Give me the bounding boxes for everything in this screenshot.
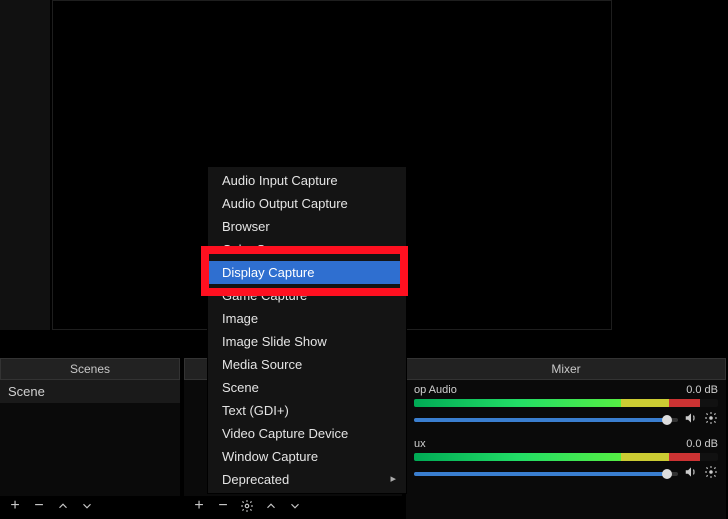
scenes-toolbar: + −: [0, 495, 180, 517]
speaker-icon[interactable]: [684, 465, 698, 482]
menu-item-text-gdi[interactable]: Text (GDI+): [208, 399, 406, 422]
mixer-track-mic-aux: ux 0.0 dB: [406, 434, 726, 488]
remove-scene-button[interactable]: −: [32, 497, 46, 515]
mixer-volume-slider[interactable]: [414, 418, 678, 422]
scene-list-item[interactable]: Scene: [0, 380, 180, 403]
mixer-track-db: 0.0 dB: [686, 384, 718, 396]
menu-item-deprecated[interactable]: Deprecated: [208, 468, 406, 491]
scenes-panel: Scene: [0, 380, 180, 496]
sources-toolbar: + −: [184, 495, 402, 517]
add-source-context-menu[interactable]: Audio Input CaptureAudio Output CaptureB…: [207, 166, 407, 494]
menu-item-audio-input-capture[interactable]: Audio Input Capture: [208, 169, 406, 192]
mixer-track-label: op Audio: [414, 384, 457, 396]
menu-item-audio-output-capture[interactable]: Audio Output Capture: [208, 192, 406, 215]
scenes-panel-header: Scenes: [0, 358, 180, 380]
menu-item-media-source[interactable]: Media Source: [208, 353, 406, 376]
mixer-track-db: 0.0 dB: [686, 438, 718, 450]
menu-item-image-slide-show[interactable]: Image Slide Show: [208, 330, 406, 353]
add-source-button[interactable]: +: [192, 497, 206, 515]
mixer-meter: [414, 399, 718, 407]
move-scene-down-button[interactable]: [80, 499, 94, 513]
menu-item-scene[interactable]: Scene: [208, 376, 406, 399]
menu-item-game-capture[interactable]: Game Capture: [208, 284, 406, 307]
mixer-panel-header: Mixer: [406, 358, 726, 380]
source-properties-button[interactable]: [240, 499, 254, 513]
menu-item-video-capture-device[interactable]: Video Capture Device: [208, 422, 406, 445]
menu-item-browser[interactable]: Browser: [208, 215, 406, 238]
move-scene-up-button[interactable]: [56, 499, 70, 513]
mixer-panel: op Audio 0.0 dB ux 0.0 dB: [406, 380, 726, 519]
remove-source-button[interactable]: −: [216, 497, 230, 515]
gear-icon[interactable]: [704, 465, 718, 482]
mixer-volume-slider[interactable]: [414, 472, 678, 476]
preview-side-strip: [0, 0, 50, 330]
menu-item-display-capture[interactable]: Display Capture: [208, 261, 406, 284]
mixer-meter: [414, 453, 718, 461]
menu-item-color-source[interactable]: Color Source: [208, 238, 406, 261]
move-source-up-button[interactable]: [264, 499, 278, 513]
mixer-track-label: ux: [414, 438, 426, 450]
add-scene-button[interactable]: +: [8, 497, 22, 515]
move-source-down-button[interactable]: [288, 499, 302, 513]
mixer-track-desktop-audio: op Audio 0.0 dB: [406, 380, 726, 434]
menu-item-image[interactable]: Image: [208, 307, 406, 330]
gear-icon[interactable]: [704, 411, 718, 428]
speaker-icon[interactable]: [684, 411, 698, 428]
menu-item-window-capture[interactable]: Window Capture: [208, 445, 406, 468]
